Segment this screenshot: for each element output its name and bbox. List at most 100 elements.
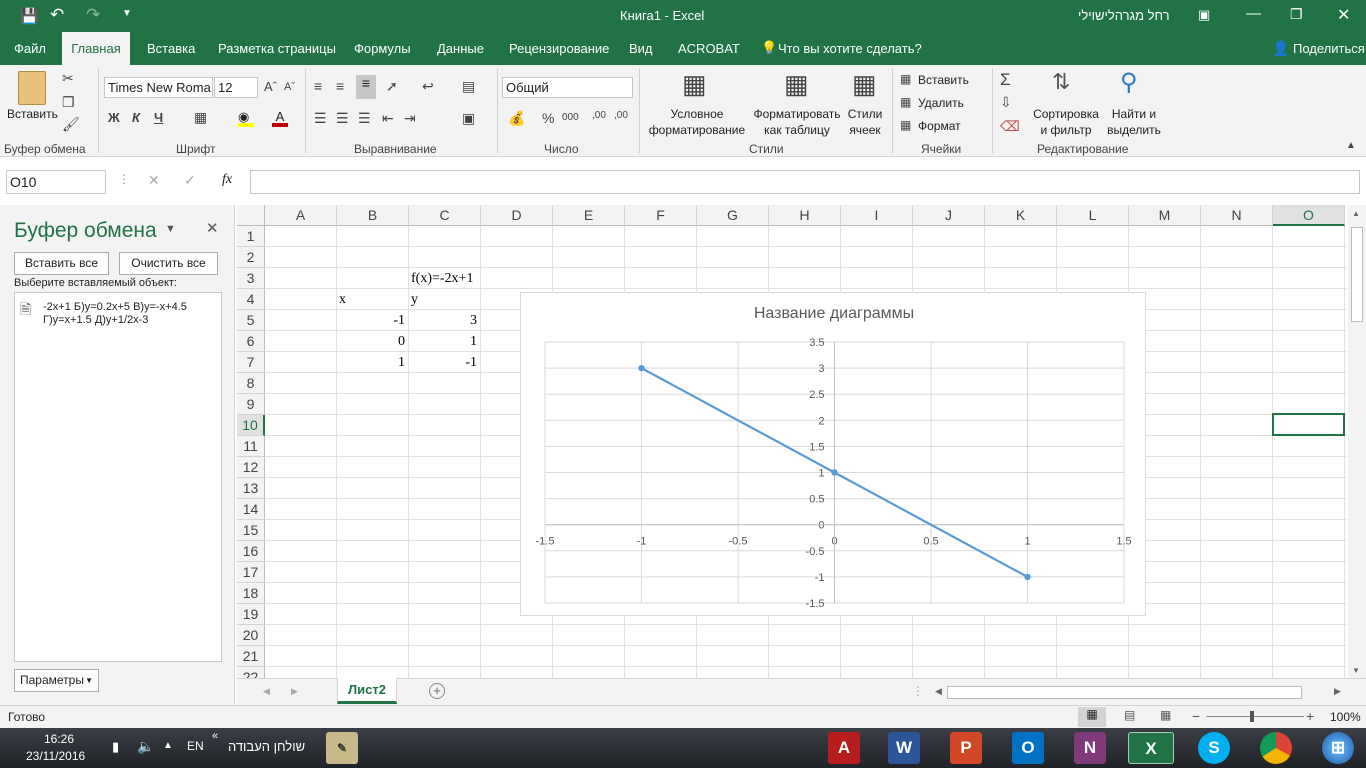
tab-page-layout[interactable]: Разметка страницы <box>218 32 336 65</box>
row-header-9[interactable]: 9 <box>237 394 265 415</box>
tell-me-search[interactable]: Что вы хотите сделать? <box>778 32 922 65</box>
name-box[interactable]: O10 <box>6 170 106 194</box>
cell-c6[interactable]: 1 <box>409 331 477 352</box>
orientation-icon[interactable]: ➚ <box>386 79 398 93</box>
conditional-formatting-icon[interactable]: ▦ <box>682 71 707 97</box>
page-layout-view-icon[interactable]: ▤ <box>1124 708 1135 722</box>
column-header-f[interactable]: F <box>625 205 697 226</box>
clear-icon[interactable]: ⌫ <box>1000 119 1020 133</box>
clear-all-button[interactable]: Очистить все <box>119 252 218 275</box>
paste-button[interactable]: Вставить <box>7 107 58 121</box>
column-header-h[interactable]: H <box>769 205 841 226</box>
paste-icon[interactable] <box>18 71 46 105</box>
number-format-combo[interactable]: Общий <box>502 77 633 98</box>
add-sheet-icon[interactable]: + <box>429 683 445 699</box>
zoom-level[interactable]: 100% <box>1330 710 1361 724</box>
row-header-18[interactable]: 18 <box>237 583 265 604</box>
undo-icon[interactable]: ↶ <box>50 5 64 25</box>
clock-date[interactable]: 23/11/2016 <box>26 749 85 763</box>
normal-view-icon[interactable]: ▦ <box>1078 707 1106 727</box>
find-select-icon[interactable]: ⚲ <box>1120 71 1138 95</box>
column-header-d[interactable]: D <box>481 205 553 226</box>
tab-formulas[interactable]: Формулы <box>354 32 411 65</box>
tray-expand-icon[interactable]: ▲ <box>163 740 173 751</box>
close-pane-icon[interactable]: ✕ <box>206 219 219 237</box>
selected-cell[interactable] <box>1272 413 1345 436</box>
bold-button[interactable]: Ж <box>108 111 120 124</box>
tab-view[interactable]: Вид <box>629 32 653 65</box>
minimize-icon[interactable]: — <box>1246 5 1261 22</box>
user-name[interactable]: רחל מגרהלישוילי <box>1078 8 1170 23</box>
insert-cells-button[interactable]: Вставить <box>918 73 969 87</box>
enter-icon[interactable]: ✓ <box>184 172 196 189</box>
column-header-l[interactable]: L <box>1057 205 1129 226</box>
fill-color-icon[interactable]: ◉ <box>238 109 254 127</box>
font-color-icon[interactable]: A <box>272 109 288 127</box>
language-indicator[interactable]: EN <box>187 739 204 753</box>
row-header-5[interactable]: 5 <box>237 310 265 331</box>
cell-c3[interactable]: f(x)=-2x+1 <box>411 268 473 289</box>
increase-decimal-icon[interactable]: ,00 <box>592 111 606 121</box>
column-header-c[interactable]: C <box>409 205 481 226</box>
column-header-a[interactable]: A <box>265 205 337 226</box>
column-header-o[interactable]: O <box>1273 205 1345 226</box>
decrease-decimal-icon[interactable]: ,00 <box>614 111 628 121</box>
row-header-19[interactable]: 19 <box>237 604 265 625</box>
format-as-table-icon[interactable]: ▦ <box>784 71 809 97</box>
clock-time[interactable]: 16:26 <box>44 732 74 746</box>
zoom-slider-thumb[interactable] <box>1250 711 1254 722</box>
paste-all-button[interactable]: Вставить все <box>14 252 109 275</box>
cell-b7[interactable]: 1 <box>337 352 405 373</box>
volume-icon[interactable]: 🔈 <box>137 738 154 755</box>
cell-c7[interactable]: -1 <box>409 352 477 373</box>
row-header-15[interactable]: 15 <box>237 520 265 541</box>
wrap-text-icon[interactable]: ↩ <box>422 79 434 93</box>
sheet-tab-list2[interactable]: Лист2 <box>337 678 397 704</box>
tab-insert[interactable]: Вставка <box>147 32 195 65</box>
ribbon-display-icon[interactable]: ▣ <box>1198 7 1210 23</box>
row-header-2[interactable]: 2 <box>237 247 265 268</box>
signal-icon[interactable]: ▮ <box>112 739 119 755</box>
split-handle-icon[interactable]: ⋮ <box>912 684 924 698</box>
row-header-16[interactable]: 16 <box>237 541 265 562</box>
currency-icon[interactable]: 💰 <box>508 111 525 125</box>
row-header-7[interactable]: 7 <box>237 352 265 373</box>
italic-button[interactable]: К <box>132 111 140 124</box>
align-left-icon[interactable]: ☰ <box>314 111 327 125</box>
percent-icon[interactable]: % <box>542 111 554 125</box>
insert-function-icon[interactable]: fx <box>222 172 232 188</box>
grow-font-icon[interactable]: Aˆ <box>264 80 277 93</box>
desktop-toolbar-label[interactable]: שולחן העבודה <box>228 739 305 754</box>
row-header-6[interactable]: 6 <box>237 331 265 352</box>
zoom-slider[interactable] <box>1206 716 1304 717</box>
cell-c4[interactable]: y <box>411 289 418 310</box>
row-header-20[interactable]: 20 <box>237 625 265 646</box>
skype-taskbar-icon[interactable]: S <box>1198 732 1230 764</box>
scroll-right-icon[interactable]: ▶ <box>1334 686 1341 697</box>
chrome-taskbar-icon[interactable] <box>1260 732 1292 764</box>
align-right-icon[interactable]: ☰ <box>358 111 371 125</box>
column-header-e[interactable]: E <box>553 205 625 226</box>
format-as-table-button[interactable]: Форматировать как таблицу <box>752 106 842 138</box>
wrap-icon[interactable]: ▤ <box>462 79 475 93</box>
zoom-out-icon[interactable]: − <box>1192 708 1200 724</box>
row-header-1[interactable]: 1 <box>237 226 265 247</box>
format-cells-button[interactable]: Формат <box>918 119 961 133</box>
font-name-combo[interactable]: Times New Roma <box>104 77 213 98</box>
column-header-b[interactable]: B <box>337 205 409 226</box>
scroll-down-icon[interactable]: ▼ <box>1352 666 1360 675</box>
tab-data[interactable]: Данные <box>437 32 484 65</box>
page-break-view-icon[interactable]: ▦ <box>1160 708 1171 722</box>
column-header-n[interactable]: N <box>1201 205 1273 226</box>
word-taskbar-icon[interactable]: W <box>888 732 920 764</box>
cell-styles-button[interactable]: Стили ячеек <box>843 106 887 138</box>
merge-center-icon[interactable]: ▣ <box>462 111 475 125</box>
row-header-14[interactable]: 14 <box>237 499 265 520</box>
cell-b4[interactable]: x <box>339 289 346 310</box>
format-painter-icon[interactable]: 🖌 <box>62 117 80 131</box>
column-header-k[interactable]: K <box>985 205 1057 226</box>
horizontal-scroll-thumb[interactable] <box>947 686 1302 699</box>
column-header-m[interactable]: M <box>1129 205 1201 226</box>
shrink-font-icon[interactable]: Aˇ <box>284 82 295 93</box>
formula-input[interactable] <box>250 170 1360 194</box>
